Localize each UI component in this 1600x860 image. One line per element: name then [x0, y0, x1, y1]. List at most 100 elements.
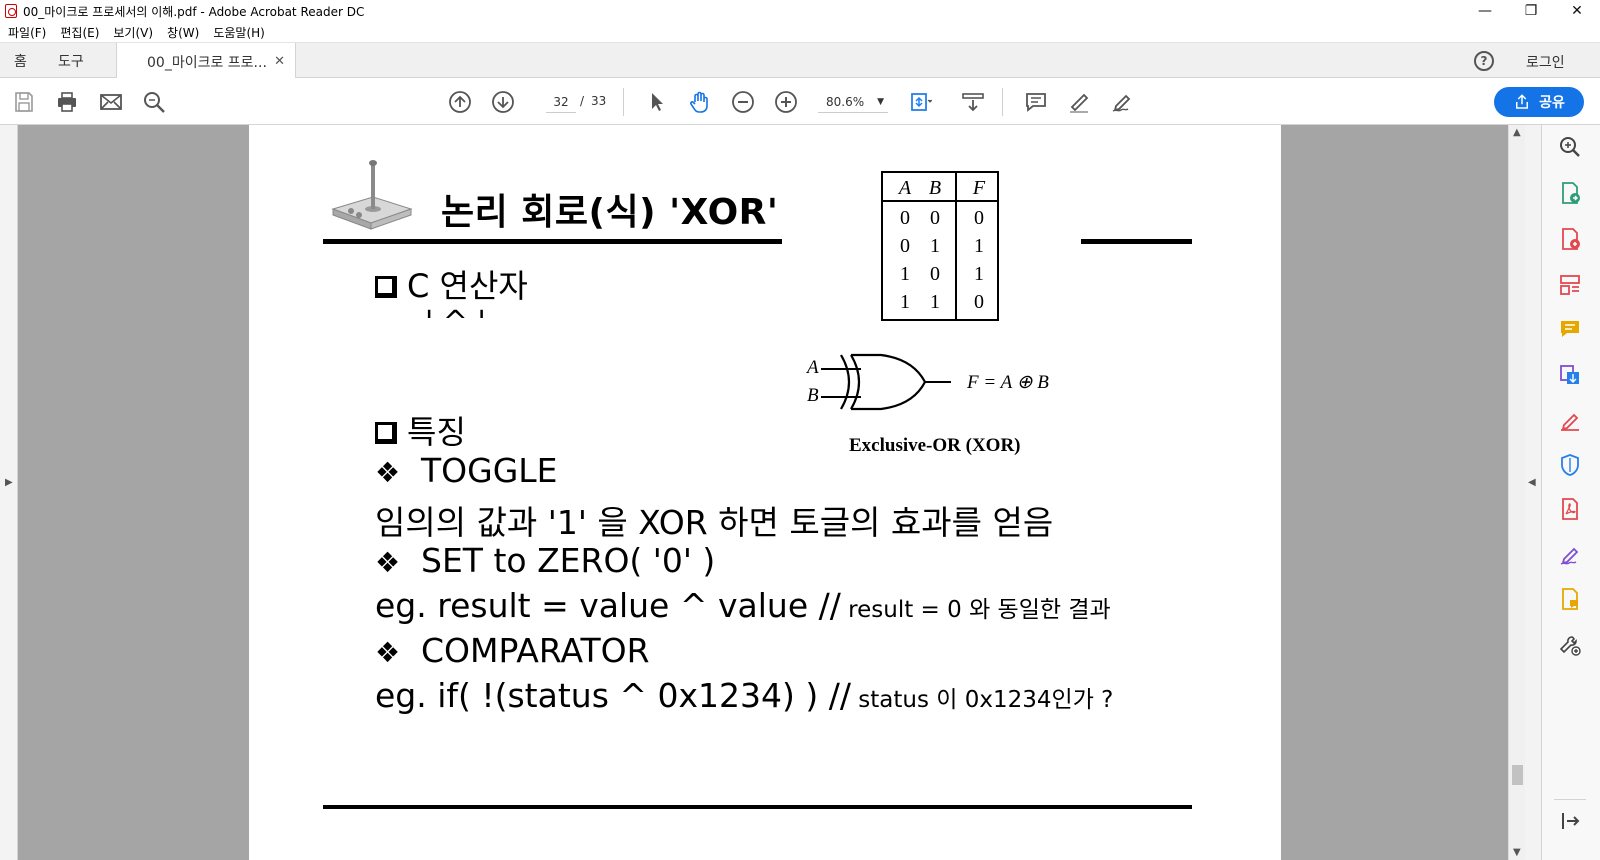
- comparator-example: eg. if( !(status ^ 0x1234) ) // status 이…: [375, 676, 1113, 715]
- menu-view[interactable]: 보기(V): [113, 24, 153, 41]
- close-button[interactable]: ✕: [1554, 0, 1600, 22]
- zero-example-note: result = 0 와 동일한 결과: [840, 597, 1111, 623]
- tab-tools[interactable]: 도구: [58, 43, 84, 79]
- square-bullet-icon: [375, 276, 397, 298]
- tab-home[interactable]: 홈: [14, 43, 27, 79]
- page-fit-icon[interactable]: [908, 90, 932, 114]
- create-pdf-icon[interactable]: [1556, 225, 1584, 253]
- highlight-pen-icon[interactable]: [1067, 90, 1091, 114]
- scroll-up-icon[interactable]: ▲: [1513, 127, 1521, 138]
- diamond-bullet-icon: ❖: [375, 636, 401, 669]
- page-separator: /: [580, 94, 585, 108]
- page-total: 33: [591, 94, 607, 108]
- title-rule-right: [1081, 239, 1192, 244]
- share-icon: [1516, 94, 1529, 109]
- chevron-right-icon: ▶: [5, 477, 13, 488]
- bottom-rule: [323, 805, 1192, 809]
- truth-cell: 0: [900, 235, 910, 257]
- truth-cell: 1: [974, 235, 984, 257]
- acrobat-icon: [5, 4, 17, 18]
- login-button[interactable]: 로그인: [1526, 52, 1565, 72]
- gate-input-b: B: [807, 385, 819, 406]
- heading-c-operator: C 연산자: [375, 261, 528, 307]
- truth-table-divider: [883, 200, 997, 202]
- slide-title: 논리 회로(식) 'XOR': [441, 192, 779, 233]
- comment-tool-icon[interactable]: [1556, 315, 1584, 343]
- toggle-line: ❖ TOGGLE: [375, 451, 558, 490]
- gate-caption: Exclusive-OR (XOR): [849, 435, 1021, 456]
- email-icon[interactable]: [99, 90, 123, 114]
- close-tab-icon[interactable]: ✕: [274, 54, 285, 69]
- truth-header-a: A: [898, 177, 912, 199]
- zoom-level-value: 80.6%: [826, 95, 865, 109]
- acrobat-pdf-icon[interactable]: [1556, 495, 1584, 523]
- xor-gate-icon: [821, 353, 951, 411]
- tab-document-label: 00_마이크로 프로...: [147, 54, 267, 71]
- truth-cell: 0: [974, 207, 984, 229]
- truth-header-b: B: [928, 177, 942, 199]
- truth-cell: 1: [974, 263, 984, 285]
- menu-help[interactable]: 도움말(H): [213, 24, 265, 41]
- chevron-down-icon: ▼: [877, 97, 884, 107]
- scroll-down-icon[interactable]: ▼: [1513, 847, 1521, 858]
- toggle-label: TOGGLE: [421, 451, 558, 490]
- sign-icon[interactable]: [1110, 90, 1134, 114]
- zoom-search-icon[interactable]: [1556, 133, 1584, 161]
- zero-line: ❖ SET to ZERO( '0' ): [375, 541, 715, 580]
- minimize-button[interactable]: —: [1462, 0, 1508, 22]
- truth-cell: 1: [900, 291, 910, 313]
- tab-document[interactable]: 00_마이크로 프로... ✕: [116, 43, 296, 80]
- scroll-mode-icon[interactable]: [961, 90, 985, 114]
- truth-cell: 1: [900, 263, 910, 285]
- scroll-thumb[interactable]: [1512, 765, 1523, 785]
- select-cursor-icon[interactable]: [645, 90, 669, 114]
- heading-c-operator-label: C 연산자: [407, 267, 528, 305]
- share-button[interactable]: 공유: [1494, 87, 1584, 117]
- send-for-signature-icon[interactable]: [1556, 541, 1584, 569]
- save-icon[interactable]: [12, 90, 36, 114]
- menu-file[interactable]: 파일(F): [8, 24, 46, 41]
- zoom-in-icon[interactable]: [774, 90, 798, 114]
- joystick-icon: [331, 160, 413, 230]
- toolbar-divider: [623, 88, 624, 116]
- toolbar: 32 / 33 80.6% ▼ 공유: [0, 78, 1600, 125]
- page-number-input[interactable]: 32: [546, 91, 576, 113]
- vertical-scrollbar[interactable]: ▲ ▼: [1508, 125, 1525, 860]
- prev-page-icon[interactable]: [448, 90, 472, 114]
- menu-edit[interactable]: 편집(E): [60, 24, 99, 41]
- zoom-level-select[interactable]: 80.6% ▼: [818, 91, 888, 113]
- toolbar-divider: [1002, 88, 1003, 116]
- protect-icon[interactable]: [1556, 451, 1584, 479]
- fill-sign-icon[interactable]: [1556, 407, 1584, 435]
- send-comment-icon[interactable]: [1556, 585, 1584, 613]
- right-panel-toggle[interactable]: ◀: [1525, 125, 1541, 860]
- comparator-example-code: eg. if( !(status ^ 0x1234) ) //: [375, 676, 851, 715]
- truth-header-f: F: [972, 177, 986, 199]
- pdf-page: 논리 회로(식) 'XOR' C 연산자 ' ^ ' A B F 0 0 0 0…: [249, 125, 1281, 860]
- heading-features-label: 특징: [407, 413, 466, 451]
- zero-example: eg. result = value ^ value // result = 0…: [375, 586, 1111, 625]
- hand-tool-icon[interactable]: [688, 90, 712, 114]
- panel-divider: [1554, 799, 1586, 800]
- next-page-icon[interactable]: [491, 90, 515, 114]
- edit-pdf-icon[interactable]: [1556, 361, 1584, 389]
- chevron-left-icon: ◀: [1528, 477, 1536, 488]
- search-icon[interactable]: [142, 90, 166, 114]
- more-tools-icon[interactable]: [1556, 631, 1584, 659]
- zoom-out-icon[interactable]: [731, 90, 755, 114]
- document-area[interactable]: ▶ 논리 회로(식) 'XOR' C 연산자 ' ^ ' A B F 0 0 0…: [0, 125, 1556, 860]
- help-icon[interactable]: ?: [1474, 51, 1494, 71]
- print-icon[interactable]: [55, 90, 79, 114]
- menu-window[interactable]: 창(W): [167, 24, 199, 41]
- share-label: 공유: [1539, 95, 1565, 111]
- comment-icon[interactable]: [1024, 90, 1048, 114]
- square-bullet-icon: [375, 422, 397, 444]
- left-panel-toggle[interactable]: ▶: [0, 125, 18, 860]
- export-pdf-icon[interactable]: [1556, 179, 1584, 207]
- organize-pages-icon[interactable]: [1556, 271, 1584, 299]
- collapse-panel-icon[interactable]: [1556, 807, 1584, 835]
- truth-cell: 1: [930, 291, 940, 313]
- truth-cell: 1: [930, 235, 940, 257]
- zero-label: SET to ZERO( '0' ): [421, 541, 716, 580]
- restore-button[interactable]: ❐: [1508, 0, 1554, 22]
